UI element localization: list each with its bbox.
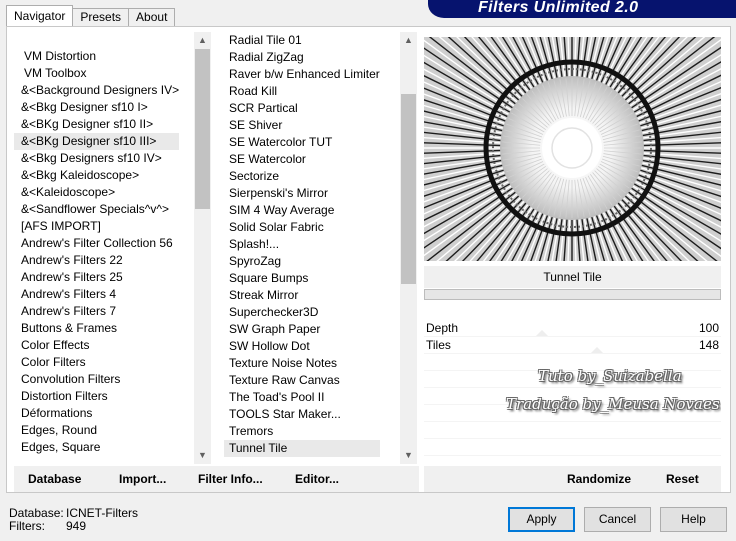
category-item[interactable]: Convolution Filters bbox=[14, 371, 179, 388]
category-item[interactable]: Andrew's Filter Collection 56 bbox=[14, 235, 179, 252]
category-scroll-thumb[interactable] bbox=[195, 49, 210, 209]
import-button[interactable]: Import... bbox=[119, 466, 166, 492]
scroll-down-icon[interactable]: ▼ bbox=[400, 447, 417, 464]
parameter-list: Depth 100 Tiles 148 Tuto by_Suizabella T… bbox=[424, 320, 721, 461]
filter-item[interactable]: SE Shiver bbox=[224, 117, 380, 134]
tab-about[interactable]: About bbox=[128, 8, 176, 26]
filter-item[interactable]: SW Hollow Dot bbox=[224, 338, 380, 355]
filter-item[interactable]: SE Watercolor TUT bbox=[224, 134, 380, 151]
tab-navigator[interactable]: Navigator bbox=[6, 5, 74, 26]
title-banner: Filters Unlimited 2.0 bbox=[428, 0, 736, 18]
filter-item[interactable]: Splash!... bbox=[224, 236, 380, 253]
filter-item[interactable]: Superchecker3D bbox=[224, 304, 380, 321]
filter-item[interactable]: Tunnel Tile bbox=[224, 440, 380, 457]
scroll-up-icon[interactable]: ▲ bbox=[400, 32, 417, 49]
tunnel-tile-preview-graphic bbox=[424, 37, 721, 261]
category-item[interactable]: &<Bkg Kaleidoscope> bbox=[14, 167, 179, 184]
filters-count: 949 bbox=[66, 519, 87, 533]
filter-item[interactable]: Radial ZigZag bbox=[224, 49, 380, 66]
category-item[interactable]: &<Bkg Designer sf10 I> bbox=[14, 99, 179, 116]
tab-bar: Navigator Presets About bbox=[6, 5, 176, 26]
apply-button[interactable]: Apply bbox=[508, 507, 575, 532]
param-name: Tiles bbox=[426, 338, 451, 352]
category-item[interactable]: Edges, Round bbox=[14, 422, 179, 439]
category-list[interactable]: VM Distortion VM Toolbox &<Background Desi… bbox=[14, 32, 211, 464]
filter-item[interactable]: Sectorize bbox=[224, 168, 380, 185]
category-item[interactable]: [AFS IMPORT] bbox=[14, 218, 179, 235]
filter-item[interactable]: Road Kill bbox=[224, 83, 380, 100]
category-item[interactable]: Andrew's Filters 4 bbox=[14, 286, 179, 303]
filter-item[interactable]: Tremors bbox=[224, 423, 380, 440]
randomize-button[interactable]: Randomize bbox=[567, 466, 631, 492]
category-item[interactable]: Déformations bbox=[14, 405, 179, 422]
category-items: VM Distortion VM Toolbox &<Background Desi… bbox=[14, 48, 180, 456]
filter-item[interactable]: Sierpenski's Mirror bbox=[224, 185, 380, 202]
filter-item[interactable]: Solid Solar Fabric bbox=[224, 219, 380, 236]
banner-title: Filters Unlimited 2.0 bbox=[478, 0, 639, 16]
filter-item[interactable]: Streak Mirror bbox=[224, 287, 380, 304]
category-item[interactable]: &<Sandflower Specials^v^> bbox=[14, 201, 179, 218]
filter-item[interactable]: The Toad's Pool II bbox=[224, 389, 380, 406]
filter-item[interactable]: Raver b/w Enhanced Limiter bbox=[224, 66, 380, 83]
category-item[interactable]: Color Effects bbox=[14, 337, 179, 354]
filter-info-button[interactable]: Filter Info... bbox=[198, 466, 263, 492]
filter-item[interactable]: SCR Partical bbox=[224, 100, 380, 117]
category-item[interactable]: Edges, Square bbox=[14, 439, 179, 456]
filter-item[interactable]: SIM 4 Way Average bbox=[224, 202, 380, 219]
param-tiles[interactable]: Tiles 148 bbox=[424, 337, 721, 354]
filter-item[interactable]: SE Watercolor bbox=[224, 151, 380, 168]
category-item[interactable]: Distortion Filters bbox=[14, 388, 179, 405]
category-scrollbar[interactable]: ▲ ▼ bbox=[194, 32, 211, 464]
param-depth[interactable]: Depth 100 bbox=[424, 320, 721, 337]
category-item[interactable]: &<BKg Designer sf10 III> bbox=[14, 133, 180, 150]
cancel-button[interactable]: Cancel bbox=[584, 507, 651, 532]
tab-presets[interactable]: Presets bbox=[72, 8, 130, 26]
filter-item[interactable]: SpyroZag bbox=[224, 253, 380, 270]
category-item[interactable]: Andrew's Filters 7 bbox=[14, 303, 179, 320]
category-item[interactable]: &<Kaleidoscope> bbox=[14, 184, 179, 201]
filter-item[interactable]: TOOLS Star Maker... bbox=[224, 406, 380, 423]
watermark-line1: Tuto by_Suizabella bbox=[538, 367, 682, 385]
param-value: 148 bbox=[698, 338, 719, 352]
filter-item[interactable]: Texture Noise Notes bbox=[224, 355, 380, 372]
category-item[interactable]: Color Filters bbox=[14, 354, 179, 371]
category-item[interactable]: Buttons & Frames bbox=[14, 320, 179, 337]
filters-label: Filters: bbox=[9, 519, 45, 533]
category-item[interactable]: &<BKg Designer sf10 II> bbox=[14, 116, 179, 133]
filter-item[interactable]: Texture Raw Canvas bbox=[224, 372, 380, 389]
category-item[interactable]: &<Background Designers IV> bbox=[14, 82, 179, 99]
filter-items: Radial Tile 01 Radial ZigZag Raver b/w Enh… bbox=[224, 32, 380, 457]
reset-button[interactable]: Reset bbox=[666, 466, 699, 492]
filter-item[interactable]: Square Bumps bbox=[224, 270, 380, 287]
navigator-toolbar: Database Import... Filter Info... Editor… bbox=[14, 466, 419, 492]
database-button[interactable]: Database bbox=[28, 466, 81, 492]
database-value: ICNET-Filters bbox=[66, 506, 138, 520]
watermark-line2: Tradução by_Meusa Novaes bbox=[506, 395, 720, 413]
category-item[interactable]: VM Toolbox bbox=[14, 65, 179, 82]
filter-item[interactable]: Radial Tile 01 bbox=[224, 32, 380, 49]
category-item[interactable]: Andrew's Filters 22 bbox=[14, 252, 179, 269]
help-button[interactable]: Help bbox=[660, 507, 727, 532]
param-value: 100 bbox=[698, 321, 719, 335]
category-item[interactable]: &<Bkg Designers sf10 IV> bbox=[14, 150, 179, 167]
filter-item[interactable]: SW Graph Paper bbox=[224, 321, 380, 338]
filter-scroll-thumb[interactable] bbox=[401, 94, 416, 284]
preview-toolbar: Randomize Reset bbox=[424, 466, 721, 492]
filter-scrollbar[interactable]: ▲ ▼ bbox=[400, 32, 417, 464]
editor-button[interactable]: Editor... bbox=[295, 466, 339, 492]
filter-list[interactable]: Radial Tile 01 Radial ZigZag Raver b/w Enh… bbox=[224, 32, 417, 464]
database-info: Database: ICNET-Filters Filters: 949 bbox=[9, 507, 138, 533]
filter-name-display: Tunnel Tile bbox=[424, 266, 721, 288]
scroll-up-icon[interactable]: ▲ bbox=[194, 32, 211, 49]
scroll-down-icon[interactable]: ▼ bbox=[194, 447, 211, 464]
category-item[interactable]: VM Distortion bbox=[14, 48, 179, 65]
progress-bar bbox=[424, 289, 721, 300]
category-item[interactable]: Andrew's Filters 25 bbox=[14, 269, 179, 286]
param-name: Depth bbox=[426, 321, 459, 335]
preview-image bbox=[424, 37, 721, 261]
